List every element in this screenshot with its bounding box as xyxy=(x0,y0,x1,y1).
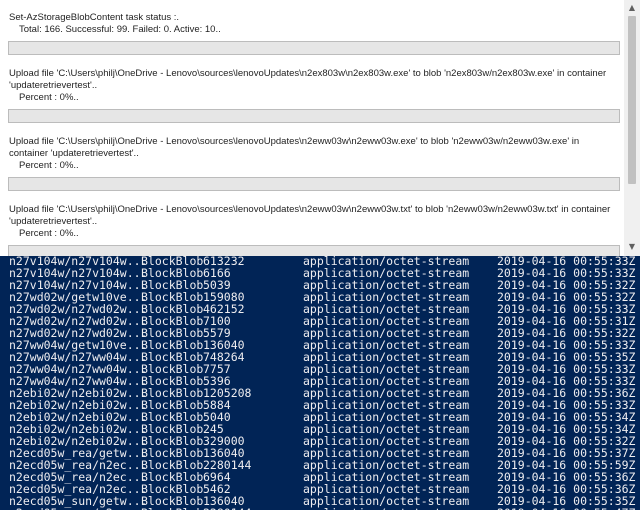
upload-1-line2: 'updateretrievertest'.. xyxy=(9,80,98,91)
progress-pane: Set-AzStorageBlobContent task status :. … xyxy=(0,0,640,256)
progress-bar-overall xyxy=(8,41,620,55)
console-output[interactable]: n27v104w/n27v104w... BlockBlob 613232 appli… xyxy=(0,256,640,510)
upload-2-percent: Percent : 0%.. xyxy=(19,160,79,171)
upload-1-line1: Upload file 'C:\Users\philj\OneDrive - L… xyxy=(9,68,607,79)
scrollbar-thumb[interactable] xyxy=(628,16,636,184)
chevron-down-icon[interactable]: ▼ xyxy=(624,240,640,254)
progress-summary: Total: 166. Successful: 99. Failed: 0. A… xyxy=(19,24,221,35)
upload-1-progress-bar xyxy=(8,109,620,123)
upload-2-progress-bar xyxy=(8,177,620,191)
upload-3-progress-bar xyxy=(8,245,620,256)
upload-3-line2: 'updateretrievertest'.. xyxy=(9,216,98,227)
upload-3-percent: Percent : 0%.. xyxy=(19,228,79,239)
progress-title: Set-AzStorageBlobContent task status :. xyxy=(9,12,180,23)
chevron-up-icon[interactable]: ▲ xyxy=(624,1,640,15)
upload-2-line2: container 'updateretrievertest'.. xyxy=(9,148,139,159)
upload-3-line1: Upload file 'C:\Users\philj\OneDrive - L… xyxy=(9,204,611,215)
upload-2-line1: Upload file 'C:\Users\philj\OneDrive - L… xyxy=(9,136,580,147)
upload-1-percent: Percent : 0%.. xyxy=(19,92,79,103)
vertical-scrollbar[interactable]: ▲ ▼ xyxy=(624,0,640,256)
